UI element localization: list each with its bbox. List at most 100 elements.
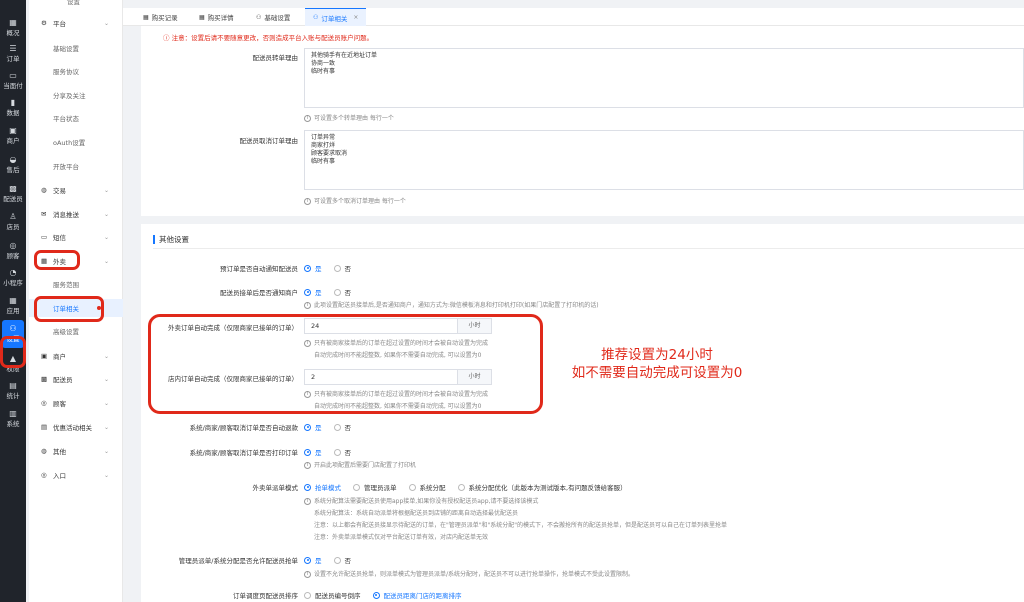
chevron-down-icon: ⌄ [103, 423, 109, 431]
tab-label: 基础设置 [264, 14, 291, 22]
transfer-reason-hint: i 可设置多个转单理由 每行一个 [304, 113, 394, 122]
radio-yes[interactable]: 是 [304, 422, 322, 432]
radio-system-assign[interactable]: 系统分配 [408, 482, 446, 492]
info-icon: i [304, 115, 311, 122]
submenu-item[interactable]: ▤ 优惠活动相关 ⌄ [29, 418, 123, 436]
submenu-item[interactable]: ⚙ 平台 ⌄ [29, 14, 123, 32]
tab-order-related[interactable]: ⚇ 订单相关 × [305, 8, 367, 26]
mini-program-icon: ◔ [9, 268, 17, 277]
hint-text: 系统分配算法需要配送员使用app接单,如果你没有授权配送员app,请不要选择该模… [314, 498, 539, 505]
submenu-item[interactable]: ✉ 消息推送 ⌄ [29, 205, 123, 223]
rail-item-customers[interactable]: ◎ 顾客 [0, 237, 26, 265]
group-icon: ⚙ [41, 19, 47, 27]
cancel-print-radios: 是 否 [304, 447, 363, 457]
radio-no[interactable]: 否 [333, 422, 351, 432]
radio-circle [333, 288, 341, 296]
radio-yes[interactable]: 是 [304, 263, 322, 273]
cancel-reason-label: 配送员取消订单理由 [239, 137, 299, 145]
radio-system-optimized[interactable]: 系统分配优化（此版本为测试版本,有问题反馈给客服） [457, 482, 627, 492]
submenu-item[interactable]: ▩ 配送员 ⌄ [29, 370, 123, 388]
radio-no[interactable]: 否 [333, 447, 351, 457]
radio-yes[interactable]: 是 [304, 555, 322, 565]
radio-circle [304, 556, 311, 564]
submenu-item[interactable]: 服务协议 [29, 62, 123, 80]
submenu-item[interactable]: ▭ 短信 ⌄ [29, 228, 123, 246]
submenu-item-label: 服务范围 [53, 281, 79, 289]
radio-sort-by-number[interactable]: 配送员编号倒序 [304, 590, 361, 600]
radio-admin-dispatch[interactable]: 管理员派单 [353, 482, 397, 492]
submenu-item[interactable]: ◎ 入口 ⌄ [29, 466, 123, 484]
tab-bar: ▦ 购买记录 ▦ 购买详情 ⚇ 基础设置 ⚇ 订单相关 × [123, 8, 1024, 26]
radio-yes[interactable]: 是 [304, 447, 322, 457]
submenu-item[interactable]: 基础设置 [29, 39, 123, 57]
group-icon: ✉ [41, 210, 47, 218]
hint-text: 可设置多个取消订单理由 每行一个 [314, 198, 406, 205]
tab-icon: ⚇ [313, 14, 319, 21]
submenu-item-label: 其他 [53, 448, 66, 456]
orders-icon: ☰ [9, 44, 17, 53]
textarea-line: 顾客要求取消 [311, 150, 348, 157]
rail-item-orders[interactable]: ☰ 订单 [0, 40, 26, 68]
tab-purchase-records[interactable]: ▦ 购买记录 [143, 8, 178, 26]
submenu-item[interactable]: oAuth设置 [29, 133, 123, 151]
main-nav-rail: ▦ 概况 ☰ 订单 ▭ 当面付 ▮ 数据 ▣ 商户 ◒ 售后 ▩ 配送员 ♙ 店员 ◎ 顾客 ◔ 小程序 ▦ 应用 ⚇ 设置 ▲… [0, 0, 26, 602]
submenu-item[interactable]: ◍ 交易 ⌄ [29, 181, 123, 199]
submenu-item[interactable]: 服务范围 [29, 275, 123, 293]
rail-item-after-sales[interactable]: ◒ 售后 [0, 151, 26, 179]
submenu-item-label: 短信 [53, 234, 66, 242]
radio-no[interactable]: 否 [333, 555, 351, 565]
rail-item-face-pay[interactable]: ▭ 当面付 [0, 67, 26, 95]
dispatch-mode-hint1: i 系统分配算法需要配送员使用app接单,如果你没有授权配送员app,请不要选择该… [304, 496, 538, 505]
submenu-item[interactable]: ◍ 其他 ⌄ [29, 442, 123, 460]
radio-sort-by-distance[interactable]: 配送员距离门店的距离排序 [372, 590, 462, 600]
radio-text: 系统分配优化（此版本为测试版本,有问题反馈给客服） [468, 484, 627, 492]
tab-icon: ▦ [143, 13, 149, 21]
submenu-item[interactable]: ◎ 顾客 ⌄ [29, 394, 123, 412]
radio-grab-mode[interactable]: 抢单模式 [304, 482, 341, 492]
rail-item-label: 商户 [6, 137, 20, 145]
rail-item-clerks[interactable]: ♙ 店员 [0, 208, 26, 236]
rail-item-label: 应用 [6, 307, 20, 315]
tab-basic-settings[interactable]: ⚇ 基础设置 [256, 8, 290, 26]
radio-text: 管理员派单 [364, 484, 397, 492]
rail-item-label: 系统 [6, 420, 20, 428]
rail-item-mini-program[interactable]: ◔ 小程序 [0, 264, 26, 292]
rail-item-data[interactable]: ▮ 数据 [0, 94, 26, 122]
merchants-icon: ▣ [9, 126, 17, 135]
allow-grab-hint: i 设置不允许配送员抢单，则派单模式为管理员派单/系统分配时，配送员不可以进行抢单… [304, 569, 634, 578]
submenu-item[interactable]: 分享及关注 [29, 86, 123, 104]
rail-item-apps[interactable]: ▦ 应用 [0, 292, 26, 320]
cancel-reason-textarea[interactable]: 订单异常 商家打烊 顾客要求取消 临时有事 [304, 130, 1024, 190]
group-icon: ▣ [41, 352, 48, 360]
apps-icon: ▦ [9, 296, 17, 305]
rail-item-statistics[interactable]: ▤ 统计 [0, 377, 26, 405]
submenu-item[interactable]: ▣ 商户 ⌄ [29, 347, 123, 365]
rail-item-merchants[interactable]: ▣ 商户 [0, 122, 26, 150]
submenu-item[interactable]: 平台状态 [29, 109, 123, 127]
rail-item-system[interactable]: ▥ 系统 [0, 405, 26, 433]
close-icon[interactable]: × [353, 14, 358, 21]
radio-yes[interactable]: 是 [304, 287, 322, 297]
submenu-item[interactable]: 高级设置 [29, 322, 123, 340]
rail-item-label: 售后 [6, 166, 20, 174]
rail-item-overview[interactable]: ▦ 概况 [0, 14, 26, 42]
submenu-item-label: 开放平台 [53, 163, 79, 171]
info-icon: i [304, 462, 311, 469]
hint-text: 开启此项配置后需要门店配置了打印机 [314, 462, 417, 469]
radio-no[interactable]: 否 [333, 287, 351, 297]
tab-purchase-details[interactable]: ▦ 购买详情 [199, 8, 234, 26]
submenu-header: 设置 [67, 0, 80, 6]
highlight-box [148, 314, 543, 414]
rail-item-dispatchers[interactable]: ▩ 配送员 [0, 180, 26, 208]
radio-no[interactable]: 否 [333, 263, 352, 273]
notify-merchant-label: 配送员接单后是否通知商户 [220, 289, 298, 297]
transfer-reason-textarea[interactable]: 其他骑手有在近地址订单 协商一致 临时有事 [304, 48, 1024, 108]
warning-notice: ⓘ 注意：设置后请不要随意更改，否则造成平台入账与配送员账户问题。 [163, 34, 374, 42]
group-icon: ▭ [41, 233, 48, 241]
radio-circle [333, 556, 341, 564]
submenu-item[interactable]: 开放平台 [29, 157, 123, 175]
radio-text: 否 [344, 265, 352, 273]
dispatch-mode-label: 外卖单派单模式 [252, 484, 299, 492]
dispatch-mode-hint2: 系统分配算法：系统自动派单将根据配送员到店铺的距离自动选择最优配送员 [314, 510, 519, 517]
chevron-down-icon: ⌄ [103, 352, 109, 360]
